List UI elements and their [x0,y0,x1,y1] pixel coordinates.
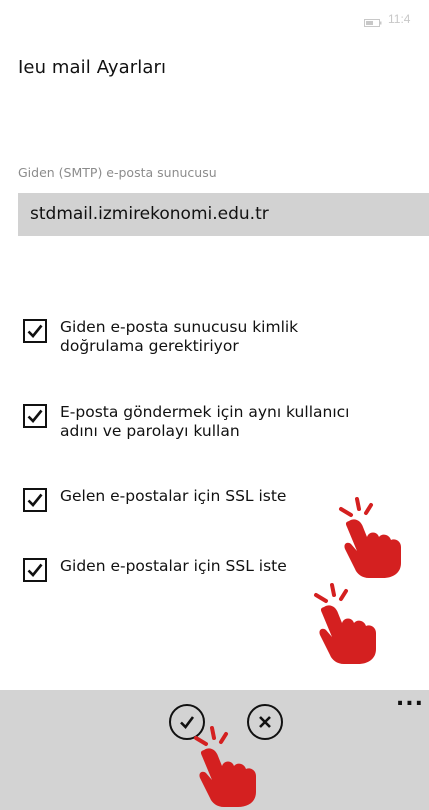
option-label-line: adını ve parolayı kullan [60,422,240,440]
checkbox[interactable] [23,404,47,428]
option-label: Giden e-posta sunucusu kimlik doğrulama … [60,318,298,356]
option-label-line: Giden e-postalar için SSL iste [60,557,287,575]
option-label-line: Gelen e-postalar için SSL iste [60,487,287,505]
checkbox[interactable] [23,319,47,343]
option-label-line: doğrulama gerektiriyor [60,337,239,355]
checkbox[interactable] [23,558,47,582]
pointing-hand-icon [194,726,256,807]
option-require-auth[interactable]: Giden e-posta sunucusu kimlik doğrulama … [23,318,298,356]
checkmark-icon [27,409,43,423]
option-same-credentials[interactable]: E-posta göndermek için aynı kullanıcı ad… [23,403,349,441]
pointing-hand-icon [339,497,401,578]
page-title: Ieu mail Ayarları [18,57,167,78]
pointing-hand-icon [314,583,376,664]
smtp-server-input[interactable]: stdmail.izmirekonomi.edu.tr [18,193,429,236]
smtp-server-label: Giden (SMTP) e-posta sunucusu [18,165,217,180]
checkmark-icon [27,563,43,577]
option-label-line: Giden e-posta sunucusu kimlik [60,318,299,336]
option-label: Giden e-postalar için SSL iste [60,557,287,576]
option-label: E-posta göndermek için aynı kullanıcı ad… [60,403,349,441]
option-incoming-ssl[interactable]: Gelen e-postalar için SSL iste [23,487,286,512]
checkmark-icon [27,493,43,507]
checkmark-icon [27,324,43,338]
checkbox[interactable] [23,488,47,512]
option-label-line: E-posta göndermek için aynı kullanıcı [60,403,350,421]
battery-icon [364,19,382,27]
status-bar: 11:4 [0,0,429,32]
more-button[interactable]: ... [396,686,424,711]
option-label: Gelen e-postalar için SSL iste [60,487,286,506]
option-outgoing-ssl[interactable]: Giden e-postalar için SSL iste [23,557,287,582]
clock: 11:4 [388,12,411,26]
